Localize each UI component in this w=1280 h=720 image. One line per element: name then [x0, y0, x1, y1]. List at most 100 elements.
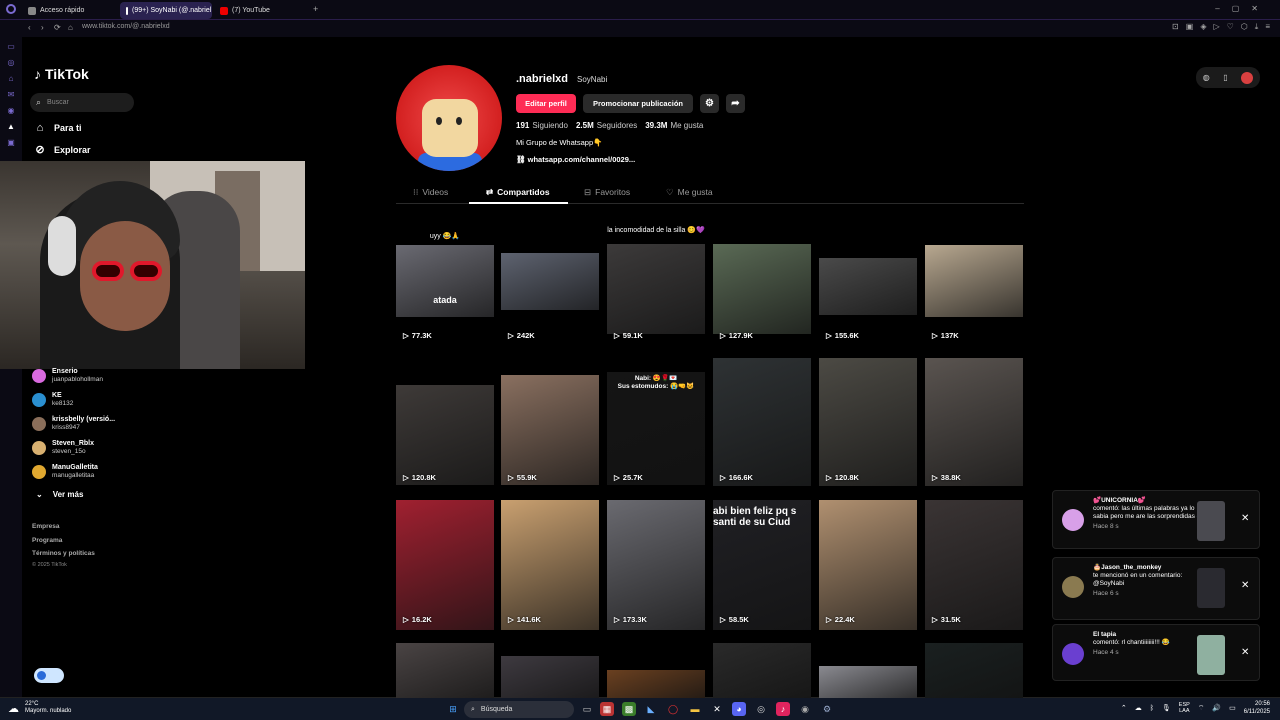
close-icon[interactable]: ✕ — [1241, 580, 1249, 591]
tab-me-gusta[interactable]: ♡ Me gusta — [666, 187, 713, 198]
video-thumbnail — [925, 500, 1023, 630]
rail-icon-3[interactable]: ⌂ — [0, 71, 22, 87]
footer-programa[interactable]: Programa — [32, 537, 62, 544]
new-tab-button[interactable]: + — [313, 4, 318, 14]
following-item[interactable]: Steven_Rblx steven_15o — [32, 440, 94, 456]
opera-icon[interactable]: ◯ — [666, 702, 680, 716]
rail-icon-1[interactable]: ▭ — [0, 39, 22, 55]
profile-avatar[interactable] — [396, 65, 502, 171]
forward-icon[interactable]: › — [41, 23, 44, 32]
rail-icon-6[interactable]: ▲ — [0, 119, 22, 135]
video-thumbnail — [819, 500, 917, 630]
profile-link[interactable]: ⛓ whatsapp.com/channel/0029... — [516, 155, 635, 164]
following-item[interactable]: Enserio juanpablohollman — [32, 368, 103, 384]
tab-favoritos[interactable]: ⊟ Favoritos — [584, 187, 630, 198]
tiktok-logo[interactable]: ♪ TikTok — [34, 66, 89, 82]
coin-icon[interactable]: ◍ — [1203, 73, 1210, 82]
phone-icon[interactable]: ▯ — [1223, 73, 1227, 82]
extensions-icon[interactable]: ⬡ — [1241, 22, 1248, 32]
footer-terminos[interactable]: Términos y políticas — [32, 550, 95, 557]
following-item[interactable]: ManuGalletita manugalletitaa — [32, 464, 98, 480]
app-icon-2[interactable]: ◎ — [754, 702, 768, 716]
edit-profile-button[interactable]: Editar perfil — [516, 94, 576, 113]
video-views: ▷ 16.2K — [403, 615, 432, 624]
reload-icon[interactable]: ⟳ — [54, 23, 61, 32]
tab-quick-access[interactable]: Acceso rápido — [22, 2, 117, 19]
nav-para-ti[interactable]: ⌂ Para ti — [34, 122, 82, 134]
close-icon[interactable]: ✕ — [1241, 513, 1249, 524]
language-indicator[interactable]: ESP LAA — [1179, 702, 1190, 714]
weather-widget[interactable]: ☁ 22°C Mayorm. nublado — [8, 701, 71, 715]
rail-icon-7[interactable]: ▣ — [0, 135, 22, 151]
x-icon[interactable]: ✕ — [710, 702, 724, 716]
footer-empresa[interactable]: Empresa — [32, 523, 59, 530]
steam-icon[interactable]: ⚙ — [820, 702, 834, 716]
start-icon[interactable]: ⊞ — [446, 702, 460, 716]
close-icon[interactable]: ✕ — [1241, 647, 1249, 658]
home-icon[interactable]: ⌂ — [68, 23, 73, 32]
tab-tiktok[interactable]: (99+) SoyNabi (@.nabriel — [120, 2, 212, 19]
window-controls[interactable]: –▢✕ — [1215, 4, 1270, 13]
notification-card[interactable]: El tapia comentó: rl chantiiiiiiii!!! 😂 Ha… — [1052, 624, 1260, 681]
tiktok-icon — [126, 6, 128, 15]
tab-youtube[interactable]: (7) YouTube — [214, 2, 309, 19]
notification-card[interactable]: 🎂Jason_the_monkey te mencionó en un comen… — [1052, 557, 1260, 620]
camera-icon[interactable]: ▣ — [1186, 22, 1194, 32]
repost-icon: ⇄ — [486, 187, 494, 197]
tab-videos[interactable]: ⁝⁝ Videos — [413, 187, 448, 198]
app-icon-1[interactable]: ▦ — [600, 702, 614, 716]
url-field[interactable]: www.tiktok.com/@.nabrielxd — [82, 23, 170, 30]
taskbar-search[interactable]: ⌕ Búsqueda — [464, 701, 574, 718]
webcam-glasses-left — [92, 261, 124, 281]
share-button[interactable]: ➦ — [726, 94, 745, 113]
task-view-icon[interactable]: ▭ — [580, 702, 594, 716]
user-avatar[interactable] — [1241, 71, 1254, 84]
discord-icon[interactable]: ◕ — [732, 702, 746, 716]
browser-logo-icon[interactable] — [6, 4, 16, 14]
play-icon[interactable]: ▷ — [1213, 22, 1219, 32]
folder-icon[interactable]: ▬ — [688, 702, 702, 716]
settings-button[interactable]: ⚙ — [700, 94, 719, 113]
chevron-up-icon[interactable]: ⌃ — [1121, 704, 1127, 712]
browser-tab-bar: Acceso rápido (99+) SoyNabi (@.nabriel (… — [0, 0, 1280, 20]
minecraft-icon[interactable]: ▩ — [622, 702, 636, 716]
download-icon[interactable]: ⤓ — [1255, 22, 1259, 32]
play-icon: ▷ — [614, 331, 620, 340]
following-item[interactable]: krissbelly (versió... kriss8947 — [32, 416, 115, 432]
see-more-button[interactable]: ⌄ Ver más — [36, 490, 83, 499]
heart-icon[interactable]: ♡ — [1227, 22, 1234, 32]
menu-icon[interactable]: ≡ — [1265, 22, 1270, 32]
bookmark-icon[interactable]: ⊡ — [1172, 22, 1179, 32]
shield-icon[interactable]: ◈ — [1200, 22, 1206, 32]
tab-compartidos[interactable]: ⇄ Compartidos — [486, 187, 550, 198]
battery-icon[interactable]: ▭ — [1229, 704, 1236, 712]
cloud-icon: ☁ — [8, 702, 19, 715]
play-icon: ▷ — [508, 473, 514, 482]
following-item[interactable]: KE ke8132 — [32, 392, 73, 408]
video-thumbnail — [396, 500, 494, 630]
toggle-knob — [37, 671, 46, 680]
promote-button[interactable]: Promocionar publicación — [583, 94, 693, 113]
stat-followers[interactable]: 2.5M Seguidores — [576, 121, 637, 130]
vscode-icon[interactable]: ◣ — [644, 702, 658, 716]
wifi-icon[interactable]: ⌔ — [1198, 704, 1205, 713]
search-input[interactable]: ⌕ Buscar — [30, 93, 134, 112]
volume-icon[interactable]: 🔊 — [1212, 704, 1221, 712]
notification-text: 💕UNICORNIA💕 comentó: las últimas palabras… — [1093, 497, 1205, 530]
cloud-sync-icon[interactable]: ☁ — [1135, 704, 1142, 712]
theme-toggle[interactable] — [34, 668, 64, 683]
rail-icon-2[interactable]: ◎ — [0, 55, 22, 71]
video-views: ▷ 77.3K — [403, 331, 432, 340]
stat-following[interactable]: 191 Siguiendo — [516, 121, 568, 130]
app-icon-3[interactable]: ◉ — [798, 702, 812, 716]
back-icon[interactable]: ‹ — [28, 23, 31, 32]
rail-icon-4[interactable]: ✉ — [0, 87, 22, 103]
play-icon: ▷ — [720, 331, 726, 340]
nav-explorar[interactable]: ⊘ Explorar — [34, 144, 90, 156]
rail-icon-5[interactable]: ◉ — [0, 103, 22, 119]
mic-icon[interactable]: 🎙 — [1162, 704, 1171, 712]
notification-card[interactable]: 💕UNICORNIA💕 comentó: las últimas palabras… — [1052, 490, 1260, 549]
bluetooth-icon[interactable]: ᛒ — [1150, 705, 1154, 712]
clock[interactable]: 20:56 6/11/2025 — [1244, 700, 1270, 716]
tiktok-app-icon[interactable]: ♪ — [776, 702, 790, 716]
